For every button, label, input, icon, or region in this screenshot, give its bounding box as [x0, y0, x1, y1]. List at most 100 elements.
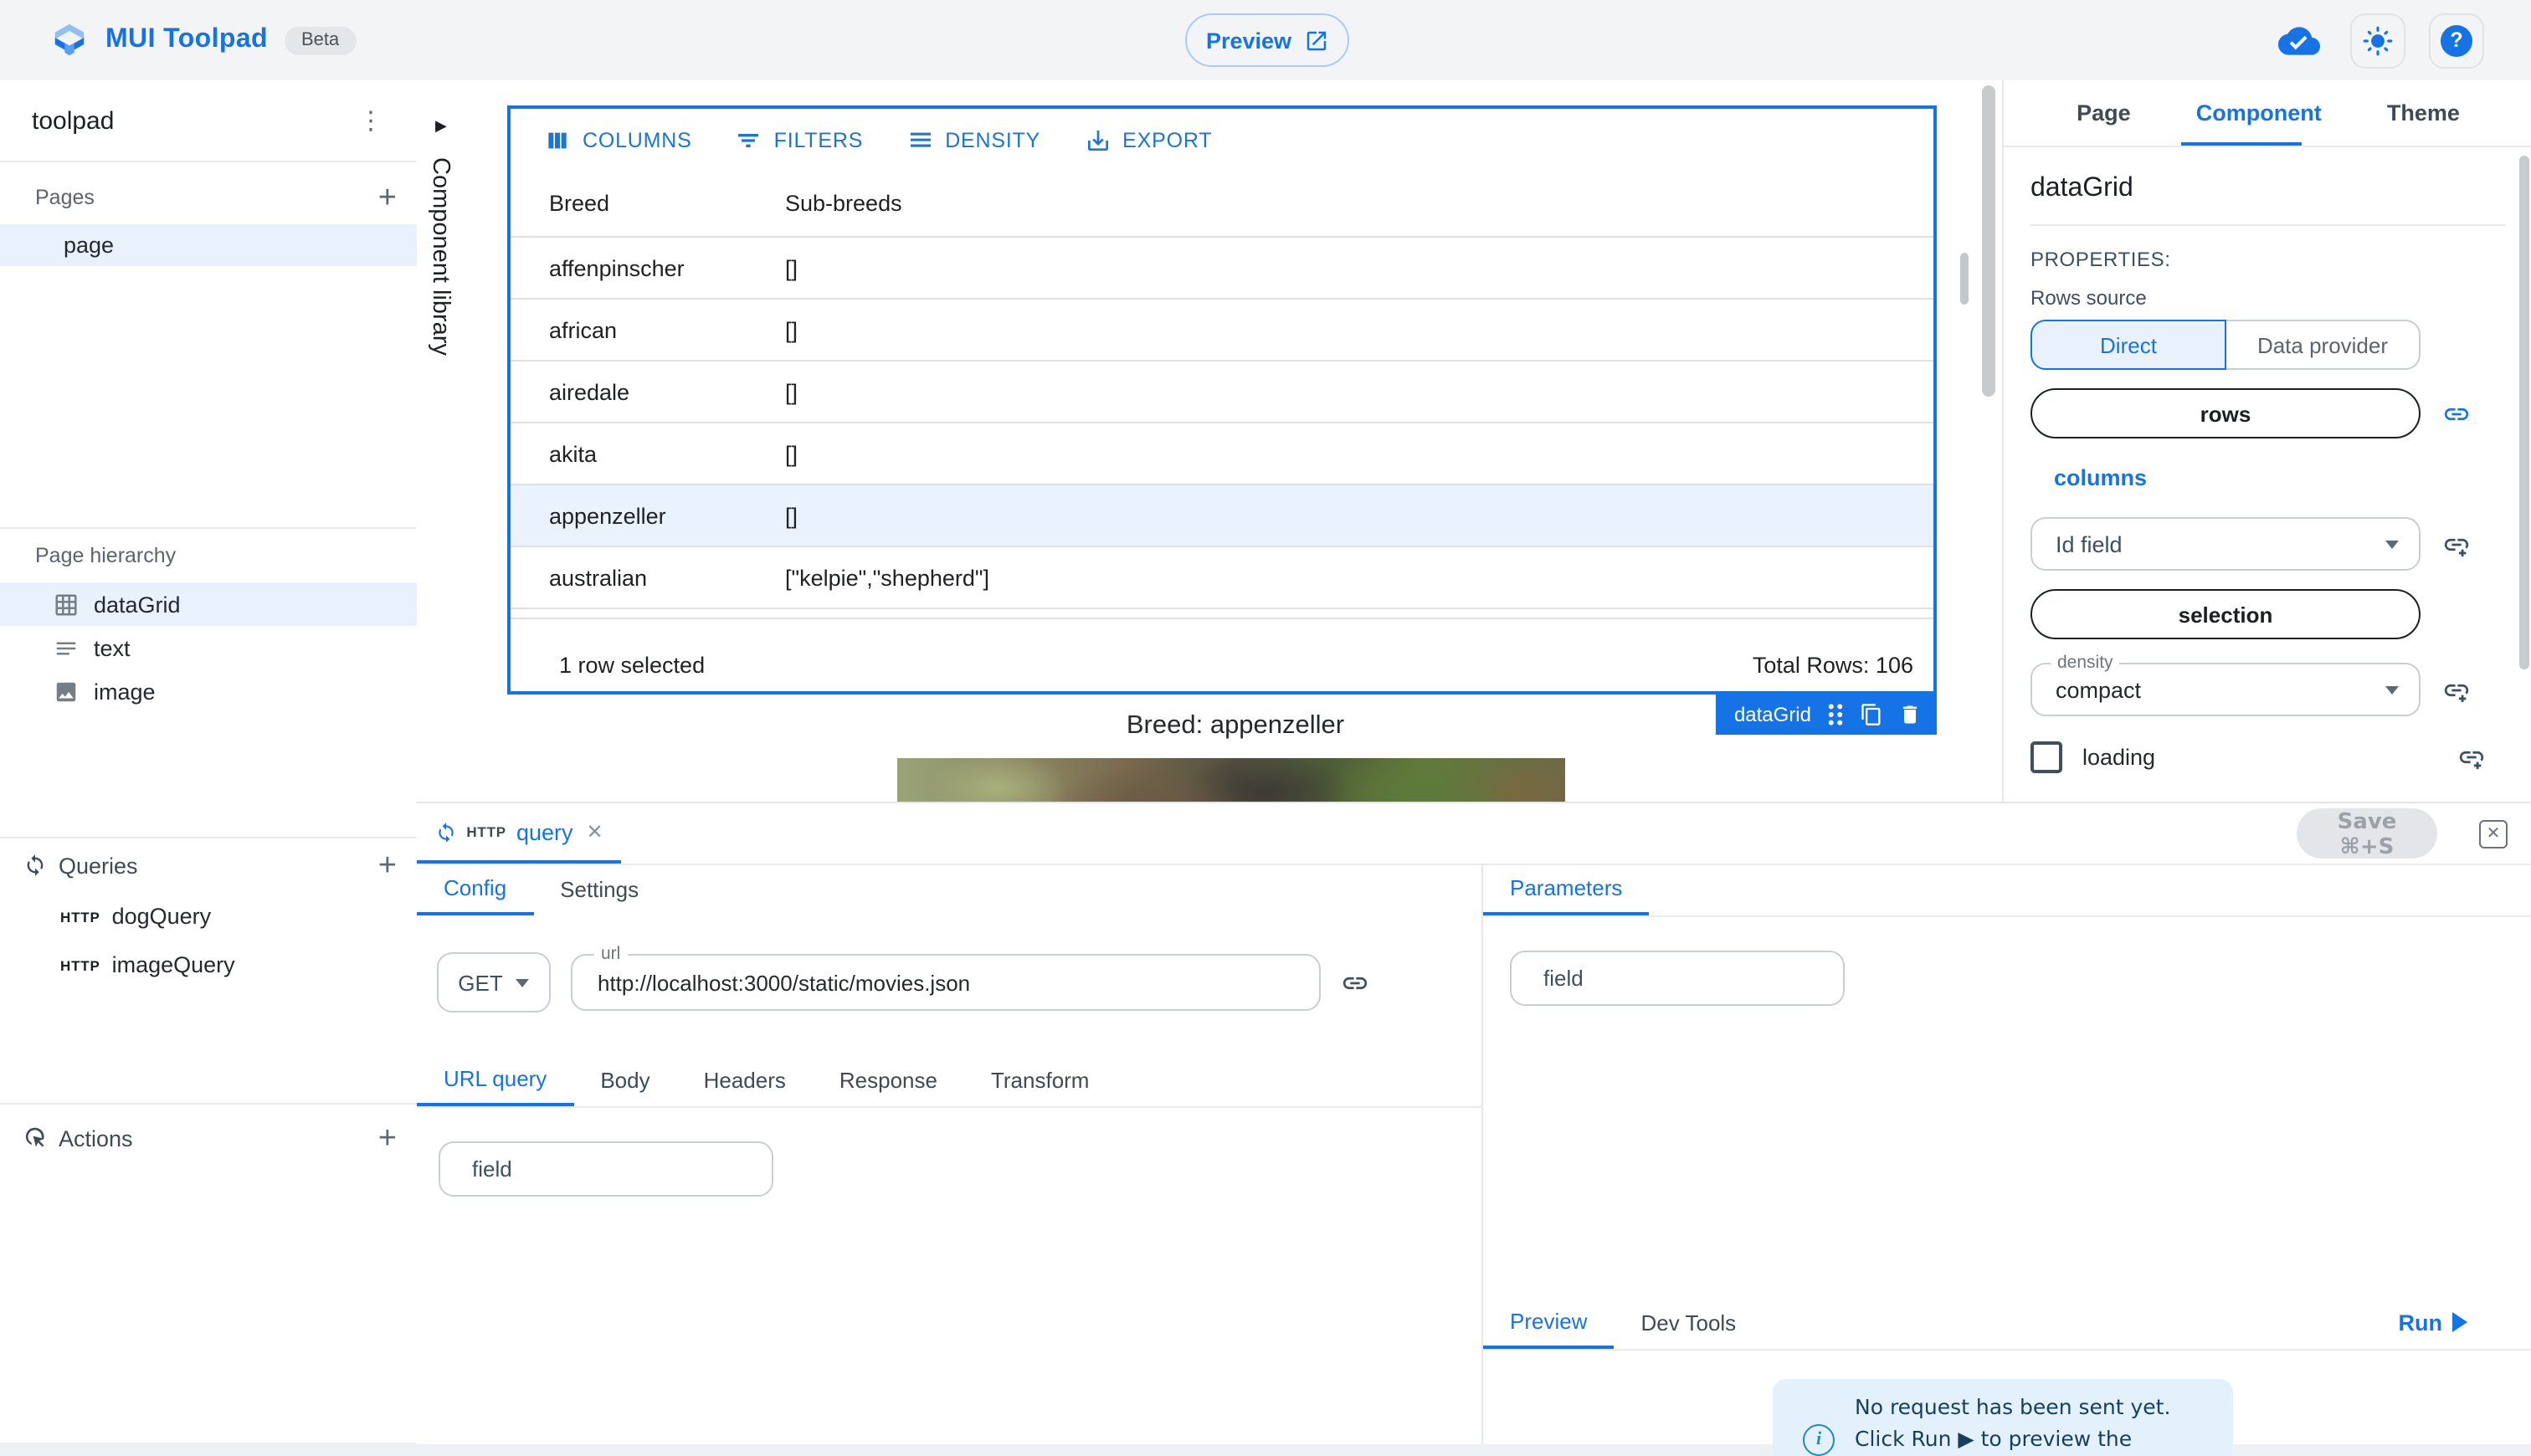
- tab-response[interactable]: Response: [813, 1054, 964, 1106]
- column-header-subbreeds[interactable]: Sub-breeds: [785, 191, 1933, 216]
- active-tab-underline: [2181, 141, 2302, 146]
- columns-toolbar-button[interactable]: COLUMNS: [544, 126, 692, 153]
- component-library-rail[interactable]: ▶ Component library: [417, 80, 470, 802]
- tab-theme[interactable]: Theme: [2377, 84, 2470, 142]
- column-header-breed[interactable]: Breed: [511, 191, 785, 216]
- cloud-done-icon: [2278, 19, 2320, 61]
- density-select[interactable]: density compact: [2030, 663, 2421, 716]
- hierarchy-item-label: dataGrid: [94, 592, 181, 617]
- http-badge: HTTP: [60, 956, 100, 973]
- url-query-field-input[interactable]: field: [439, 1141, 773, 1197]
- link-icon[interactable]: [2421, 399, 2491, 428]
- datagrid-component[interactable]: COLUMNS FILTERS DENSITY EXPORT Breed Sub…: [507, 105, 1937, 695]
- add-action-button[interactable]: +: [378, 1122, 397, 1154]
- component-library-label: Component library: [427, 157, 454, 356]
- table-row[interactable]: akita[]: [511, 423, 1933, 485]
- tab-parameters[interactable]: Parameters: [1483, 864, 1649, 915]
- tab-config[interactable]: Config: [417, 864, 533, 915]
- actions-section-header: Actions +: [0, 1105, 417, 1171]
- inspector-tabs: Page Component Theme: [2004, 80, 2531, 147]
- query-item-imagequery[interactable]: HTTP imageQuery: [0, 941, 417, 989]
- image-icon: [54, 679, 79, 704]
- add-query-button[interactable]: +: [378, 849, 397, 881]
- close-tab-icon[interactable]: ✕: [587, 820, 603, 843]
- table-row[interactable]: african[]: [511, 300, 1933, 361]
- tab-page[interactable]: Page: [2066, 84, 2141, 142]
- query-name: imageQuery: [112, 952, 235, 977]
- sidebar-item-page[interactable]: page: [0, 224, 417, 266]
- query-tab[interactable]: HTTP query ✕: [417, 803, 621, 864]
- add-binding-icon[interactable]: [2421, 530, 2491, 558]
- light-mode-icon: [2362, 24, 2394, 56]
- selection-binding-button[interactable]: selection: [2030, 589, 2421, 639]
- parameter-field-input[interactable]: field: [1510, 951, 1845, 1006]
- toggle-data-provider[interactable]: Data provider: [2226, 320, 2421, 370]
- properties-label: PROPERTIES:: [2030, 248, 2506, 271]
- datagrid-scrollbar[interactable]: [1960, 253, 1969, 305]
- project-menu-kebab-icon[interactable]: ⋮: [348, 105, 393, 136]
- tab-url-query[interactable]: URL query: [417, 1054, 573, 1106]
- density-lines-icon: [906, 126, 933, 153]
- expand-arrow-icon[interactable]: ▶: [435, 117, 447, 136]
- query-tab-label: query: [516, 819, 573, 844]
- query-item-dogquery[interactable]: HTTP dogQuery: [0, 892, 417, 941]
- config-settings-tabs: Config Settings: [417, 864, 1481, 915]
- table-row[interactable]: australian["kelpie","shepherd"]: [511, 547, 1933, 609]
- preview-button[interactable]: Preview: [1185, 13, 1349, 67]
- chevron-down-icon: [2385, 685, 2399, 694]
- tab-body[interactable]: Body: [573, 1054, 676, 1106]
- divider: [2030, 224, 2506, 226]
- add-binding-icon[interactable]: [2421, 675, 2491, 704]
- id-field-select[interactable]: Id field: [2030, 517, 2421, 571]
- rows-binding-button[interactable]: rows: [2030, 388, 2421, 438]
- tab-preview[interactable]: Preview: [1483, 1295, 1615, 1349]
- save-button[interactable]: Save ⌘+S: [2297, 808, 2437, 859]
- tab-headers[interactable]: Headers: [677, 1054, 813, 1106]
- add-page-button[interactable]: +: [378, 182, 397, 213]
- hierarchy-item-text[interactable]: text: [0, 626, 417, 669]
- query-panel-header: HTTP query ✕ Save ⌘+S ✕: [417, 803, 2531, 865]
- text-component[interactable]: Breed: appenzeller: [469, 711, 2002, 741]
- url-input[interactable]: url http://localhost:3000/static/movies.…: [571, 954, 1321, 1011]
- run-button[interactable]: Run: [2399, 1295, 2468, 1349]
- export-toolbar-button[interactable]: EXPORT: [1084, 126, 1212, 153]
- link-icon[interactable]: [1341, 968, 1369, 997]
- table-row[interactable]: airedale[]: [511, 361, 1933, 423]
- method-select[interactable]: GET: [437, 952, 551, 1013]
- chevron-down-icon: [516, 978, 530, 987]
- parameters-tabs: Parameters: [1483, 864, 2531, 917]
- hierarchy-section-header: Page hierarchy: [0, 529, 417, 582]
- tab-transform[interactable]: Transform: [964, 1054, 1117, 1106]
- http-badge: HTTP: [60, 908, 100, 925]
- loading-checkbox[interactable]: [2030, 741, 2062, 773]
- text-icon: [54, 635, 79, 660]
- canvas-scrollbar[interactable]: [1982, 85, 1995, 397]
- density-label: density: [2051, 653, 2120, 673]
- hierarchy-item-image[interactable]: image: [0, 669, 417, 713]
- close-panel-icon[interactable]: ✕: [2479, 820, 2508, 848]
- toggle-direct[interactable]: Direct: [2030, 320, 2226, 370]
- hierarchy-item-datagrid[interactable]: dataGrid: [0, 582, 417, 626]
- table-row-selected[interactable]: appenzeller[]: [511, 485, 1933, 547]
- tab-component[interactable]: Component: [2186, 84, 2332, 142]
- project-row: toolpad ⋮: [0, 80, 417, 162]
- hierarchy-header-label: Page hierarchy: [35, 544, 176, 567]
- beta-badge: Beta: [285, 26, 356, 54]
- density-toolbar-button[interactable]: DENSITY: [906, 126, 1040, 153]
- tab-settings[interactable]: Settings: [533, 864, 665, 915]
- play-icon: [2452, 1312, 2467, 1332]
- filters-toolbar-button[interactable]: FILTERS: [736, 126, 864, 153]
- columns-editor-link[interactable]: columns: [2054, 465, 2506, 490]
- table-row[interactable]: affenpinscher[]: [511, 238, 1933, 300]
- page-item-label: page: [64, 233, 114, 258]
- image-component[interactable]: [897, 758, 1565, 802]
- inspector-scrollbar[interactable]: [2519, 156, 2529, 669]
- theme-toggle-button[interactable]: [2350, 13, 2405, 68]
- help-button[interactable]: ?: [2429, 13, 2484, 68]
- queries-section-header: Queries +: [0, 838, 417, 892]
- tab-dev-tools[interactable]: Dev Tools: [1615, 1295, 1763, 1349]
- add-binding-icon[interactable]: [2436, 743, 2506, 772]
- request-tabs: URL query Body Headers Response Transfor…: [417, 1054, 1481, 1108]
- rows-source-toggle: Direct Data provider: [2030, 320, 2421, 370]
- loading-label: loading: [2082, 745, 2436, 770]
